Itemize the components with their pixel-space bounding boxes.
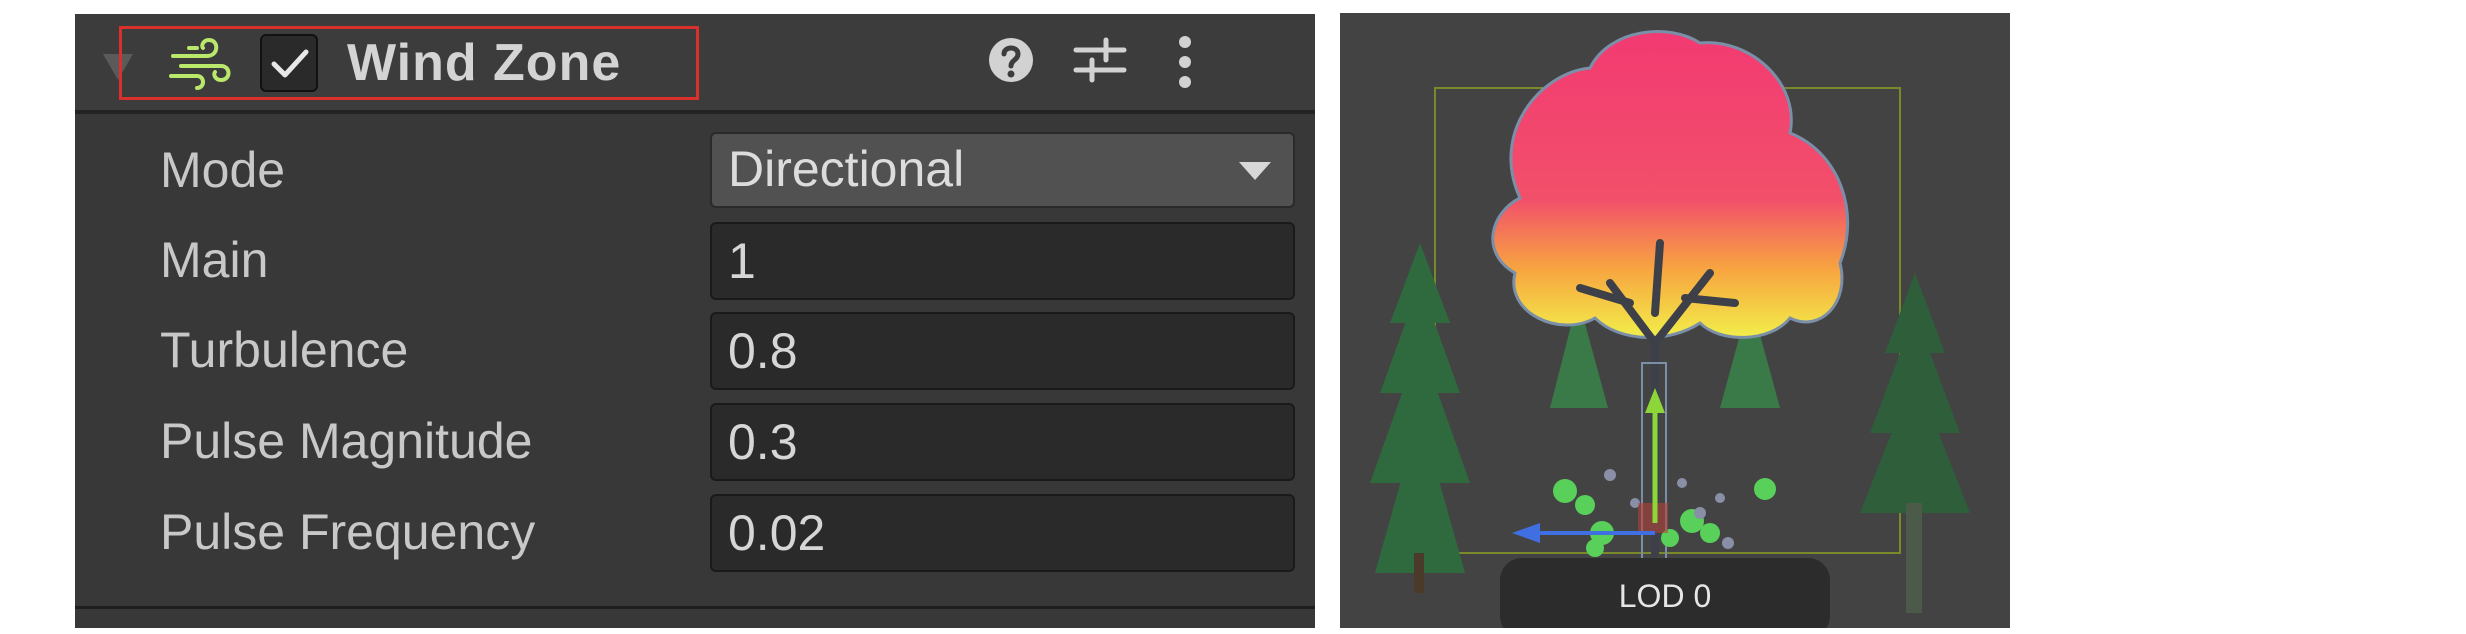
main-label: Main (160, 232, 269, 288)
component-header[interactable]: Wind Zone (75, 14, 1315, 114)
pulse-magnitude-label: Pulse Magnitude (160, 413, 533, 469)
presets-icon[interactable] (1072, 34, 1128, 86)
pine-tree-right (1860, 273, 1970, 613)
chevron-down-icon (1239, 162, 1271, 180)
enabled-checkbox[interactable] (260, 34, 318, 92)
component-title: Wind Zone (347, 34, 622, 92)
tree-canopy (1491, 30, 1850, 339)
gizmo-z-arrow-icon[interactable] (1512, 523, 1540, 543)
wind-zone-inspector: Wind Zone Mode Directional Main 1 Turbul… (75, 14, 1315, 628)
pulse-frequency-label: Pulse Frequency (160, 504, 536, 560)
lod-label: LOD 0 (1500, 558, 1830, 628)
wind-icon (169, 37, 231, 90)
pulse-magnitude-field[interactable]: 0.3 (710, 403, 1295, 481)
turbulence-field[interactable]: 0.8 (710, 312, 1295, 390)
mode-label: Mode (160, 142, 286, 198)
main-field[interactable]: 1 (710, 222, 1295, 300)
turbulence-label: Turbulence (160, 322, 409, 378)
pulse-frequency-field[interactable]: 0.02 (710, 494, 1295, 572)
scene-preview[interactable]: LOD 0 (1340, 13, 2010, 628)
tree-preview-image (1370, 30, 1970, 613)
gizmo-y-arrow-icon[interactable] (1645, 388, 1665, 413)
mode-value: Directional (728, 141, 965, 197)
mode-dropdown[interactable]: Directional (710, 132, 1295, 208)
pine-tree-left (1370, 243, 1470, 593)
more-menu-icon[interactable] (1175, 34, 1195, 90)
check-icon (271, 49, 309, 78)
help-icon[interactable] (985, 34, 1037, 86)
section-divider (75, 606, 1315, 609)
